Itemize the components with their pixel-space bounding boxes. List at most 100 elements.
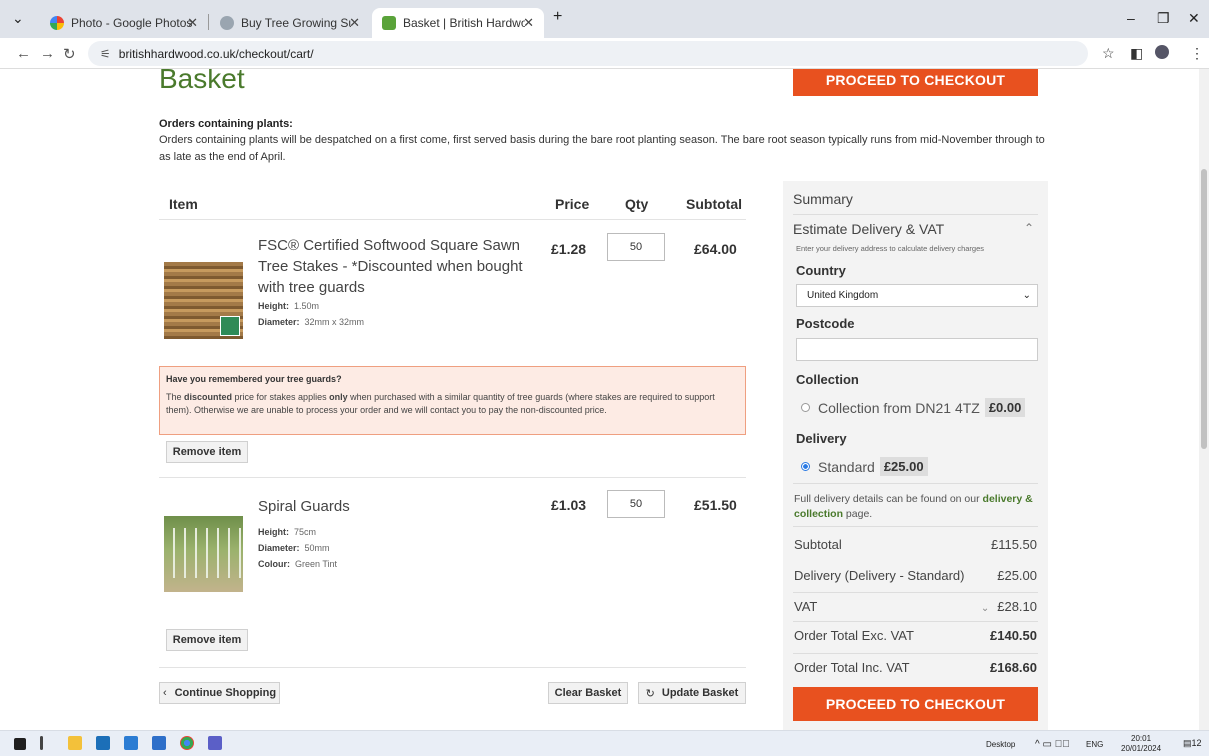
country-select[interactable]: United Kingdom ⌄: [796, 284, 1038, 307]
clear-basket-button[interactable]: Clear Basket: [548, 682, 628, 704]
delivery-info-text: Full delivery details can be found on ou…: [794, 493, 1033, 520]
summary-row-subtotal: Subtotal £115.50: [794, 537, 1037, 552]
fsc-logo-icon: [220, 316, 240, 336]
summary-row-delivery: Delivery (Delivery - Standard) £25.00: [794, 568, 1037, 583]
divider: [159, 219, 746, 220]
summary-title: Summary: [793, 191, 853, 207]
tab-basket[interactable]: Basket | British Hardwood Tree ✕: [372, 8, 544, 38]
teams-icon[interactable]: [208, 736, 222, 750]
proceed-to-checkout-button[interactable]: PROCEED TO CHECKOUT: [793, 687, 1038, 721]
menu-kebab-icon[interactable]: ⋮: [1190, 45, 1204, 62]
desktop-toolbar[interactable]: Desktop: [986, 740, 1015, 749]
tab-title: Photo - Google Photos: [71, 16, 193, 30]
warning-heading: Have you remembered your tree guards?: [166, 374, 342, 384]
radio-button[interactable]: [801, 403, 810, 412]
minimize-icon[interactable]: –: [1127, 10, 1135, 26]
side-panel-icon[interactable]: ◧: [1130, 45, 1143, 62]
delivery-label: Delivery: [796, 431, 847, 446]
close-window-icon[interactable]: ✕: [1188, 10, 1200, 27]
remove-item-button[interactable]: Remove item: [166, 441, 248, 463]
continue-shopping-button[interactable]: ‹ Continue Shopping: [159, 682, 280, 704]
site-info-icon[interactable]: ⚟: [100, 47, 111, 61]
tray-icons[interactable]: ^ ▭ ◁ﾞ: [1035, 739, 1070, 750]
language-indicator[interactable]: ENG: [1086, 740, 1103, 749]
reload-icon[interactable]: ↻: [63, 45, 76, 63]
profile-avatar[interactable]: [1155, 45, 1169, 59]
item-price: £1.03: [551, 497, 587, 513]
collection-price: £0.00: [984, 398, 1026, 417]
radio-button-selected[interactable]: [801, 462, 810, 471]
windows-taskbar: Desktop ^ ▭ ◁ﾞ ENG 20:01 20/01/2024 ▤12: [0, 730, 1209, 756]
chevron-down-icon: ⌄: [1022, 290, 1031, 301]
standard-delivery-radio-option[interactable]: Standard £25.00: [801, 457, 928, 476]
product-attr-diameter: Diameter: 50mm: [258, 543, 330, 553]
chevron-down-icon: ⌄: [980, 603, 990, 614]
tab-search-chevron-icon[interactable]: ⌄: [12, 10, 24, 27]
product-attr-diameter: Diameter: 32mm x 32mm: [258, 317, 365, 327]
collection-label: Collection: [796, 372, 859, 387]
column-item: Item: [169, 196, 198, 212]
google-photos-icon: [50, 16, 64, 30]
summary-row-total-exc-vat: Order Total Exc. VAT £140.50: [794, 628, 1037, 643]
windows-start-icon[interactable]: [14, 738, 26, 750]
url-bar[interactable]: ⚟ britishhardwood.co.uk/checkout/cart/: [88, 41, 1088, 66]
tab-title: Buy Tree Growing Supplies Onl: [241, 16, 351, 30]
remove-item-button[interactable]: Remove item: [166, 629, 248, 651]
column-qty: Qty: [625, 196, 649, 212]
tab-title: Basket | British Hardwood Tree: [403, 16, 525, 30]
qty-input[interactable]: 50: [607, 490, 665, 518]
notification-count: 12: [1191, 738, 1202, 748]
summary-row-total-inc-vat: Order Total Inc. VAT £168.60: [794, 660, 1037, 675]
tab-google-photos[interactable]: Photo - Google Photos ✕: [40, 8, 208, 38]
notifications-icon[interactable]: ▤12: [1183, 738, 1202, 749]
estimate-hint: Enter your delivery address to calculate…: [796, 244, 985, 253]
close-tab-icon[interactable]: ✕: [187, 15, 198, 31]
chrome-icon[interactable]: [180, 736, 194, 750]
chevron-left-icon: ‹: [162, 687, 167, 699]
outlook-icon[interactable]: [124, 736, 138, 750]
delivery-price: £25.00: [879, 457, 928, 476]
divider: [159, 477, 746, 478]
back-icon[interactable]: ←: [16, 45, 31, 62]
word-icon[interactable]: [152, 736, 166, 750]
close-tab-icon[interactable]: ✕: [523, 15, 534, 31]
page-scrollbar[interactable]: [1199, 69, 1209, 730]
proceed-to-checkout-button-top[interactable]: PROCEED TO CHECKOUT: [793, 69, 1038, 96]
summary-row-vat[interactable]: VAT ⌄ £28.10: [794, 599, 1037, 614]
postcode-input[interactable]: [796, 338, 1038, 361]
product-name[interactable]: Spiral Guards: [258, 496, 350, 517]
url-text: britishhardwood.co.uk/checkout/cart/: [118, 46, 314, 61]
bookmark-star-icon[interactable]: ☆: [1102, 45, 1115, 62]
file-explorer-icon[interactable]: [68, 736, 82, 750]
clock-time[interactable]: 20:01: [1131, 734, 1151, 743]
qty-input[interactable]: 50: [607, 233, 665, 261]
page-title: Basket: [159, 69, 245, 94]
item-subtotal: £64.00: [694, 241, 737, 257]
product-name[interactable]: FSC® Certified Softwood Square Sawn Tree…: [258, 235, 528, 298]
update-basket-button[interactable]: ↻ Update Basket: [638, 682, 746, 704]
new-tab-button[interactable]: +: [553, 8, 562, 26]
close-tab-icon[interactable]: ✕: [349, 15, 360, 31]
product-attr-height: Height: 75cm: [258, 527, 317, 537]
product-attr-colour: Colour: Green Tint: [258, 559, 338, 569]
country-label: Country: [796, 263, 846, 278]
refresh-icon: ↻: [645, 687, 655, 700]
forward-icon[interactable]: →: [40, 45, 55, 62]
collection-radio-option[interactable]: Collection from DN21 4TZ £0.00: [801, 398, 1026, 417]
scrollbar-thumb[interactable]: [1201, 169, 1207, 449]
page-content: Basket PROCEED TO CHECKOUT Orders contai…: [0, 69, 1199, 730]
maximize-icon[interactable]: ❐: [1157, 10, 1170, 27]
item-subtotal: £51.50: [694, 497, 737, 513]
clock-date[interactable]: 20/01/2024: [1121, 744, 1161, 753]
task-view-icon[interactable]: [40, 736, 43, 750]
leaf-favicon-icon: [382, 16, 396, 30]
product-attr-height: Height: 1.50m: [258, 301, 320, 311]
tab-buy-tree-supplies[interactable]: Buy Tree Growing Supplies Onl ✕: [210, 8, 370, 38]
product-image-spiral-guards[interactable]: [164, 516, 243, 592]
product-image-tree-stakes[interactable]: [164, 262, 243, 339]
estimate-delivery-toggle[interactable]: Estimate Delivery & VAT: [793, 221, 944, 237]
chevron-up-icon[interactable]: ⌃: [1024, 221, 1034, 235]
warning-body: The discounted price for stakes applies …: [166, 392, 715, 415]
mail-icon[interactable]: [96, 736, 110, 750]
divider: [159, 667, 746, 668]
